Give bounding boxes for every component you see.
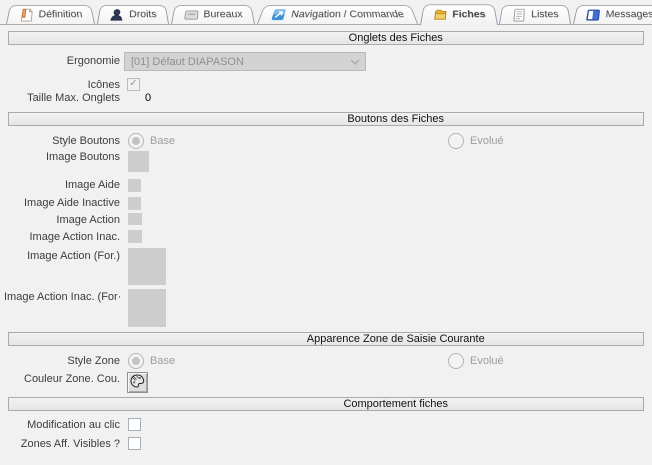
tab-definition[interactable]: Définition: [6, 5, 95, 24]
image-action-label: Image Action: [4, 213, 120, 227]
image-action-for-label: Image Action (For.): [4, 249, 120, 263]
document-icon: [17, 8, 34, 23]
zones-aff-visibles-checkbox[interactable]: [128, 437, 141, 450]
taille-max-onglets-label: Taille Max. Onglets: [4, 91, 120, 105]
section-title: Apparence Zone de Saisie Courante: [307, 333, 485, 345]
tab-label: Définition: [38, 9, 83, 20]
style-zone-base-radio[interactable]: [128, 353, 144, 369]
style-boutons-base-radio[interactable]: [128, 133, 144, 149]
image-action-inac-placeholder[interactable]: [128, 230, 142, 243]
image-action-inac-label: Image Action Inac.: [4, 230, 120, 244]
image-aide-label: Image Aide: [4, 178, 120, 192]
image-action-placeholder[interactable]: [128, 213, 142, 225]
folder-icon: [431, 8, 448, 22]
image-action-inac-for-placeholder[interactable]: [128, 289, 166, 327]
style-boutons-evolue-label: Evolué: [470, 134, 504, 148]
tab-navigation-commande[interactable]: Navigation / Commande: [257, 5, 418, 24]
tab-label: Fiches: [452, 9, 486, 20]
icones-checkbox[interactable]: ✓: [127, 78, 140, 91]
image-aide-inactive-label: Image Aide Inactive: [4, 196, 120, 210]
section-title: Boutons des Fiches: [347, 113, 444, 125]
style-zone-base-label: Base: [150, 354, 175, 368]
tab-bar: Définition Droits Bureaux: [0, 0, 652, 25]
tab-label: Droits: [129, 9, 157, 20]
image-aide-inactive-placeholder[interactable]: [128, 197, 141, 210]
person-icon: [108, 8, 124, 23]
taille-max-onglets-value: 0: [145, 91, 151, 105]
style-boutons-label: Style Boutons: [4, 134, 120, 148]
tab-label: Messages: [605, 9, 652, 20]
image-aide-placeholder[interactable]: [128, 179, 141, 192]
tab-droits[interactable]: Droits: [97, 5, 169, 24]
palette-icon: [130, 374, 145, 391]
section-onglets-header: Onglets des Fiches: [8, 31, 644, 45]
zones-aff-visibles-label: Zones Aff. Visibles ?: [4, 437, 120, 451]
tab-messages[interactable]: Messages: [573, 5, 652, 24]
chevron-down-icon: [350, 57, 360, 69]
radio-selected-dot: [132, 357, 140, 365]
ergonomie-select[interactable]: [01] Défaut DIAPASON: [124, 52, 366, 71]
section-apparence-header: Apparence Zone de Saisie Courante: [8, 332, 644, 346]
style-zone-evolue-label: Evolué: [470, 354, 504, 368]
message-icon: [585, 8, 602, 23]
section-boutons-header: Boutons des Fiches: [8, 112, 644, 126]
modification-au-clic-label: Modification au clic: [4, 418, 120, 432]
ergonomie-label: Ergonomie: [4, 54, 120, 68]
style-boutons-base-label: Base: [150, 134, 175, 148]
image-boutons-placeholder[interactable]: [128, 151, 149, 172]
tab-fiches[interactable]: Fiches: [420, 4, 498, 25]
image-action-for-placeholder[interactable]: [128, 248, 166, 285]
image-boutons-label: Image Boutons: [4, 150, 120, 164]
tab-bureaux[interactable]: Bureaux: [171, 5, 255, 24]
style-boutons-evolue-radio[interactable]: [448, 133, 464, 149]
couleur-zone-picker-button[interactable]: [127, 372, 148, 393]
image-action-inac-for-label: Image Action Inac. (For··: [4, 290, 120, 304]
section-title: Comportement fiches: [343, 398, 448, 410]
tab-label: Listes: [532, 9, 560, 20]
style-zone-evolue-radio[interactable]: [448, 353, 464, 369]
section-comportement-header: Comportement fiches: [8, 397, 644, 411]
modification-au-clic-checkbox[interactable]: [128, 418, 141, 431]
ergonomie-selected-value: [01] Défaut DIAPASON: [131, 56, 244, 68]
preferences-window: Définition Droits Bureaux: [0, 0, 652, 465]
check-icon: ✓: [129, 79, 137, 89]
icones-label: Icônes: [4, 78, 120, 92]
section-title: Onglets des Fiches: [349, 32, 443, 44]
style-zone-label: Style Zone: [4, 354, 120, 368]
radio-selected-dot: [132, 137, 140, 145]
couleur-zone-label: Couleur Zone. Cou.: [4, 372, 120, 386]
drawer-icon: [182, 8, 199, 23]
tab-label: Navigation / Commande: [289, 9, 405, 20]
list-icon: [511, 8, 527, 23]
tab-listes[interactable]: Listes: [499, 5, 571, 24]
navigation-icon: [268, 8, 288, 23]
tab-label: Bureaux: [203, 9, 243, 20]
